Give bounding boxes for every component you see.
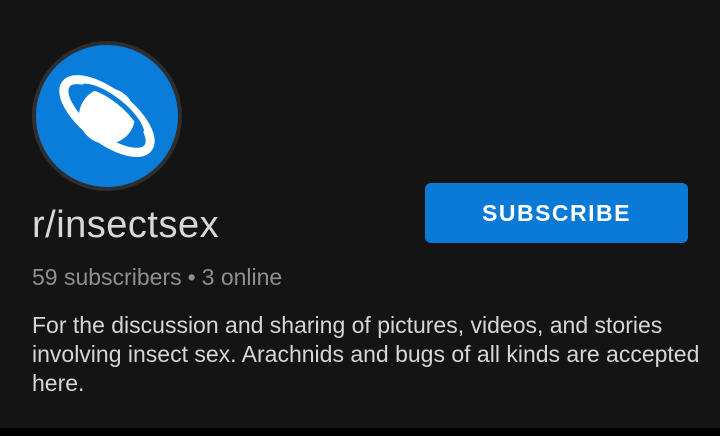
online-count: 3 online	[201, 264, 283, 290]
community-header: r/insectsex 59 subscribers • 3 online For …	[0, 0, 720, 428]
community-avatar[interactable]	[32, 41, 182, 191]
community-description: For the discussion and sharing of pictur…	[32, 312, 700, 396]
planet-icon	[59, 75, 155, 157]
community-name: r/insectsex	[32, 204, 220, 246]
subscribe-button[interactable]: SUBSCRIBE	[425, 183, 688, 243]
subscriber-count: 59 subscribers	[32, 264, 182, 290]
community-stats: 59 subscribers • 3 online	[32, 264, 282, 291]
stats-separator: •	[187, 264, 196, 290]
